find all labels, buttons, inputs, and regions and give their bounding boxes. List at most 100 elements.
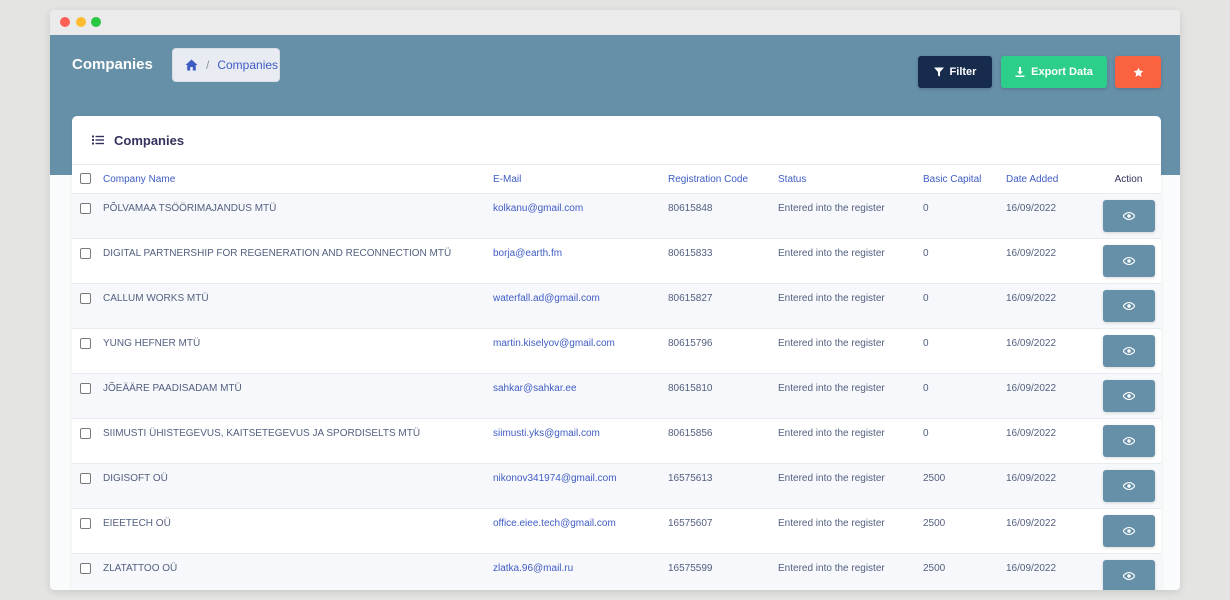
page-title: Companies (72, 56, 153, 73)
registration-code-cell: 80615796 (668, 328, 778, 374)
breadcrumb-separator: / (206, 58, 210, 72)
row-checkbox[interactable] (80, 383, 91, 394)
eye-icon (1122, 572, 1135, 580)
table-row: DIGISOFT OÜ nikonov341974@gmail.com 165756… (72, 463, 1161, 509)
email-link[interactable]: martin.kiselyov@gmail.com (493, 328, 668, 374)
row-checkbox[interactable] (80, 203, 91, 214)
eye-icon (1122, 527, 1135, 535)
eye-icon (1122, 302, 1135, 310)
email-link[interactable]: kolkanu@gmail.com (493, 193, 668, 239)
company-name-cell: JÕEÄÄRE PAADISADAM MTÜ (103, 373, 493, 419)
status-cell: Entered into the register (778, 193, 923, 239)
select-all-checkbox[interactable] (80, 173, 91, 184)
basic-capital-cell: 0 (923, 238, 1006, 284)
view-button[interactable] (1102, 245, 1155, 277)
table-row: PÕLVAMAA TSÖÖRIMAJANDUS MTÜ kolkanu@gmail… (72, 193, 1161, 239)
date-added-cell: 16/09/2022 (1006, 508, 1096, 554)
status-cell: Entered into the register (778, 463, 923, 509)
view-button[interactable] (1102, 560, 1155, 590)
table-row: YUNG HEFNER MTÜ martin.kiselyov@gmail.com… (72, 328, 1161, 374)
date-added-cell: 16/09/2022 (1006, 463, 1096, 509)
registration-code-cell: 16575599 (668, 553, 778, 590)
company-name-cell: ZLATATTOO OÜ (103, 553, 493, 590)
favorite-button[interactable] (1115, 56, 1161, 88)
registration-code-cell: 80615848 (668, 193, 778, 239)
column-header-status[interactable]: Status (778, 165, 923, 194)
eye-icon (1122, 257, 1135, 265)
column-header-email[interactable]: E-Mail (493, 165, 668, 194)
email-link[interactable]: sahkar@sahkar.ee (493, 373, 668, 419)
export-data-button[interactable]: Export Data (1001, 56, 1107, 88)
company-name-cell: DIGITAL PARTNERSHIP FOR REGENERATION AND… (103, 238, 493, 284)
basic-capital-cell: 0 (923, 283, 1006, 329)
date-added-cell: 16/09/2022 (1006, 373, 1096, 419)
status-cell: Entered into the register (778, 553, 923, 590)
email-link[interactable]: office.eiee.tech@gmail.com (493, 508, 668, 554)
view-button[interactable] (1102, 425, 1155, 457)
view-button[interactable] (1102, 470, 1155, 502)
email-link[interactable]: siimusti.yks@gmail.com (493, 418, 668, 464)
registration-code-cell: 80615827 (668, 283, 778, 329)
view-button[interactable] (1102, 515, 1155, 547)
date-added-cell: 16/09/2022 (1006, 193, 1096, 239)
download-icon (1015, 67, 1025, 77)
view-button[interactable] (1102, 200, 1155, 232)
registration-code-cell: 80615833 (668, 238, 778, 284)
breadcrumb: / Companies (172, 48, 280, 82)
basic-capital-cell: 2500 (923, 553, 1006, 590)
table-row: JÕEÄÄRE PAADISADAM MTÜ sahkar@sahkar.ee 80… (72, 373, 1161, 419)
view-button[interactable] (1102, 380, 1155, 412)
maximize-window-dot[interactable] (91, 17, 101, 27)
eye-icon (1122, 482, 1135, 490)
registration-code-cell: 16575613 (668, 463, 778, 509)
status-cell: Entered into the register (778, 418, 923, 464)
company-name-cell: DIGISOFT OÜ (103, 463, 493, 509)
basic-capital-cell: 0 (923, 418, 1006, 464)
table-header-row: Company Name E-Mail Registration Code St… (72, 165, 1161, 194)
status-cell: Entered into the register (778, 373, 923, 419)
breadcrumb-current[interactable]: Companies (217, 58, 278, 72)
row-checkbox[interactable] (80, 248, 91, 259)
column-header-registration-code[interactable]: Registration Code (668, 165, 778, 194)
email-link[interactable]: waterfall.ad@gmail.com (493, 283, 668, 329)
basic-capital-cell: 0 (923, 328, 1006, 374)
table-row: DIGITAL PARTNERSHIP FOR REGENERATION AND… (72, 238, 1161, 284)
email-link[interactable]: nikonov341974@gmail.com (493, 463, 668, 509)
row-checkbox[interactable] (80, 563, 91, 574)
column-header-basic-capital[interactable]: Basic Capital (923, 165, 1006, 194)
eye-icon (1122, 347, 1135, 355)
basic-capital-cell: 2500 (923, 463, 1006, 509)
row-checkbox[interactable] (80, 338, 91, 349)
window-titlebar (50, 10, 1180, 36)
column-header-date-added[interactable]: Date Added (1006, 165, 1096, 194)
minimize-window-dot[interactable] (76, 17, 86, 27)
table-row: SIIMUSTI ÜHISTEGEVUS, KAITSETEGEVUS JA S… (72, 418, 1161, 464)
email-link[interactable]: zlatka.96@mail.ru (493, 553, 668, 590)
row-checkbox[interactable] (80, 428, 91, 439)
card-header: Companies (72, 116, 1161, 165)
table-row: EIEETECH OÜ office.eiee.tech@gmail.com 165… (72, 508, 1161, 554)
companies-card: Companies Company Name E-Mail Registrati… (72, 116, 1161, 590)
date-added-cell: 16/09/2022 (1006, 328, 1096, 374)
star-icon (1133, 67, 1143, 77)
eye-icon (1122, 212, 1135, 220)
row-checkbox[interactable] (80, 473, 91, 484)
view-button[interactable] (1102, 335, 1155, 367)
basic-capital-cell: 2500 (923, 508, 1006, 554)
filter-button-label: Filter (949, 66, 977, 78)
browser-window: Companies / Companies Filter Export Data (50, 10, 1180, 590)
company-name-cell: CALLUM WORKS MTÜ (103, 283, 493, 329)
list-icon (92, 133, 104, 148)
home-icon[interactable] (185, 59, 198, 71)
close-window-dot[interactable] (60, 17, 70, 27)
column-header-company-name[interactable]: Company Name (103, 165, 493, 194)
filter-button[interactable]: Filter (918, 56, 992, 88)
view-button[interactable] (1102, 290, 1155, 322)
row-checkbox[interactable] (80, 518, 91, 529)
email-link[interactable]: borja@earth.fm (493, 238, 668, 284)
registration-code-cell: 80615810 (668, 373, 778, 419)
row-checkbox[interactable] (80, 293, 91, 304)
company-name-cell: PÕLVAMAA TSÖÖRIMAJANDUS MTÜ (103, 193, 493, 239)
date-added-cell: 16/09/2022 (1006, 418, 1096, 464)
companies-table: Company Name E-Mail Registration Code St… (72, 165, 1161, 590)
